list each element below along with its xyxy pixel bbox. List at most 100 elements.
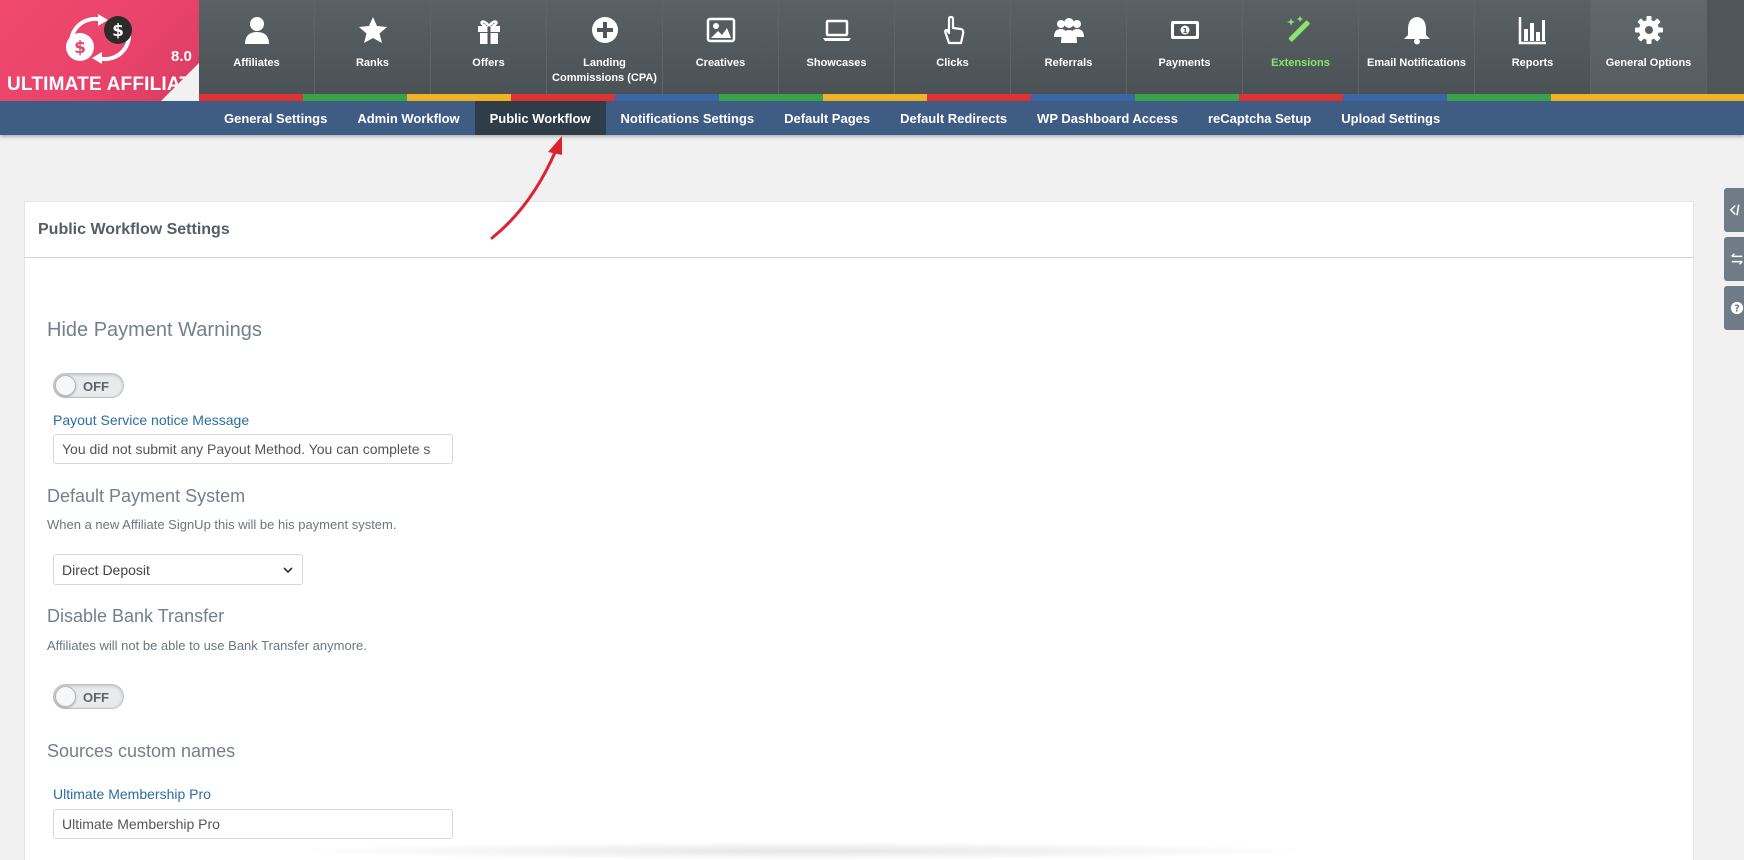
menu-item-affiliates[interactable]: Affiliates (199, 0, 315, 94)
swap-arrows-icon (1731, 253, 1743, 265)
accent-strip-segment (407, 94, 511, 101)
default-payment-system-title: Default Payment System (47, 486, 246, 506)
menu-item-label: Payments (1158, 57, 1211, 69)
panel-title: Public Workflow Settings (25, 202, 1693, 258)
menu-item-payments[interactable]: 1 Payments (1127, 0, 1243, 94)
magic-wand-icon (1284, 13, 1318, 47)
menu-item-label: Referrals (1044, 57, 1093, 69)
plus-circle-icon (588, 13, 622, 47)
menu-item-ranks[interactable]: Ranks (315, 0, 431, 94)
tab-default-pages[interactable]: Default Pages (769, 101, 885, 135)
menu-item-label: Clicks (936, 57, 969, 69)
code-tool-button[interactable] (1724, 188, 1744, 232)
menu-item-label: Ranks (355, 57, 390, 69)
hide-payment-warnings-title: Hide Payment Warnings (47, 319, 262, 341)
svg-text:1: 1 (1182, 27, 1187, 35)
selected-option: Direct Deposit (62, 561, 150, 578)
disable-bank-transfer-title: Disable Bank Transfer (47, 606, 225, 626)
default-payment-system-description: When a new Affiliate SignUp this will be… (47, 517, 397, 532)
menu-item-offers[interactable]: Offers (431, 0, 547, 94)
accent-strip-segment (303, 94, 407, 101)
bell-icon (1400, 13, 1434, 47)
payout-notice-input[interactable] (53, 434, 453, 464)
accent-strip-segment (1031, 94, 1135, 101)
user-icon (240, 13, 274, 47)
dollar-exchange-icon: $ $ (66, 14, 132, 64)
gift-icon (472, 13, 506, 47)
payout-notice-label: Payout Service notice Message (53, 412, 250, 428)
menu-item-label: Extensions (1271, 57, 1330, 69)
svg-text:?: ? (1734, 304, 1740, 315)
tab-recaptcha-setup[interactable]: reCaptcha Setup (1193, 101, 1326, 135)
svg-text:$: $ (112, 21, 124, 41)
swap-tool-button[interactable] (1724, 237, 1744, 281)
toggle-state: OFF (83, 690, 109, 705)
accent-strip-segment (823, 94, 927, 101)
tab-wp-dashboard-access[interactable]: WP Dashboard Access (1022, 101, 1193, 135)
menu-item-creatives[interactable]: Creatives (663, 0, 779, 94)
color-accent-strip (199, 94, 1744, 101)
menu-item-label: General Options (1605, 57, 1692, 69)
star-icon (356, 13, 390, 47)
menu-item-label: Showcases (806, 57, 867, 69)
accent-strip-segment (511, 94, 615, 101)
ultimate-membership-pro-input[interactable] (53, 809, 453, 839)
menu-item-label: Offers (472, 57, 505, 69)
tab-admin-workflow[interactable]: Admin Workflow (342, 101, 474, 135)
users-icon (1052, 13, 1086, 47)
default-payment-system-select[interactable]: Direct Deposit (53, 554, 303, 585)
menu-item-label: Creatives (695, 57, 746, 69)
menu-item-label: Reports (1511, 57, 1554, 69)
accent-strip-segment (615, 94, 719, 101)
pointer-hand-icon (936, 13, 970, 47)
accent-strip-segment (1343, 94, 1447, 101)
menu-item-landing-commissions[interactable]: Landing Commissions (CPA) (547, 0, 663, 94)
help-tool-button[interactable]: ? (1724, 286, 1744, 330)
tab-upload-settings[interactable]: Upload Settings (1326, 101, 1455, 135)
menu-item-label: Affiliates (233, 57, 280, 69)
ultimate-affiliate-logo[interactable]: $ $ 8.0 ULTIMATE AFFILIATE (0, 0, 199, 101)
menu-item-extensions[interactable]: Extensions (1243, 0, 1359, 94)
tab-general-settings[interactable]: General Settings (209, 101, 342, 135)
menu-item-referrals[interactable]: Referrals (1011, 0, 1127, 94)
accent-strip-segment (1551, 94, 1744, 101)
menu-item-showcases[interactable]: Showcases (779, 0, 895, 94)
menu-item-clicks[interactable]: Clicks (895, 0, 1011, 94)
money-icon: 1 (1168, 13, 1202, 47)
accent-strip-segment (1135, 94, 1239, 101)
toggle-state: OFF (83, 379, 109, 394)
accent-strip-segment (719, 94, 823, 101)
menu-item-email-notifications[interactable]: Email Notifications (1359, 0, 1475, 94)
disable-bank-transfer-description: Affiliates will not be able to use Bank … (47, 638, 367, 653)
chevron-down-icon (283, 567, 293, 574)
toggle-knob (55, 375, 76, 396)
side-tools: ? (1724, 188, 1744, 335)
menu-item-label: Email Notifications (1366, 57, 1467, 69)
bottom-shadow (280, 842, 1330, 860)
image-icon (704, 13, 738, 47)
gear-icon (1632, 13, 1666, 47)
hide-payment-warnings-toggle[interactable]: OFF (53, 373, 124, 398)
accent-strip-segment (1447, 94, 1551, 101)
code-icon (1730, 204, 1740, 216)
tab-public-workflow[interactable]: Public Workflow (474, 101, 606, 135)
toggle-knob (55, 686, 76, 707)
accent-strip-segment (927, 94, 1031, 101)
svg-text:$: $ (74, 38, 86, 58)
menu-item-reports[interactable]: Reports (1475, 0, 1591, 94)
settings-submenu: General Settings Admin Workflow Public W… (0, 101, 1744, 135)
laptop-icon (820, 13, 854, 47)
disable-bank-transfer-toggle[interactable]: OFF (53, 684, 124, 709)
main-menu: Affiliates Ranks Offers Landing Commissi… (199, 0, 1707, 94)
menu-item-general-options[interactable]: General Options (1591, 0, 1707, 94)
top-menu-bar: $ $ 8.0 ULTIMATE AFFILIATE Affiliates Ra… (0, 0, 1744, 101)
question-circle-icon: ? (1730, 301, 1744, 315)
tab-default-redirects[interactable]: Default Redirects (885, 101, 1022, 135)
bar-chart-icon (1516, 13, 1550, 47)
accent-strip-segment (1239, 94, 1343, 101)
sources-custom-names-title: Sources custom names (47, 741, 236, 761)
menu-item-label: Landing Commissions (CPA) (552, 57, 657, 84)
accent-strip-segment (199, 94, 303, 101)
tab-notifications-settings[interactable]: Notifications Settings (606, 101, 770, 135)
logo-page-curl (161, 63, 199, 101)
